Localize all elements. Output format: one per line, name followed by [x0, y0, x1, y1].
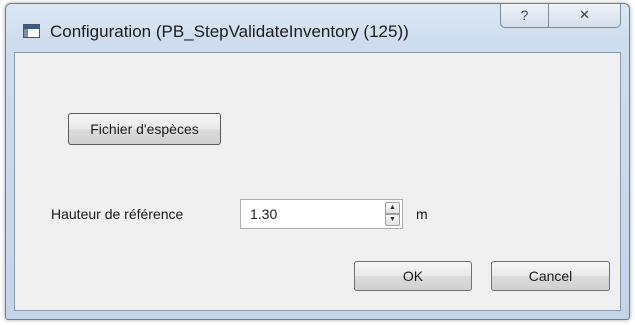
window-title: Configuration (PB_StepValidateInventory …	[50, 22, 409, 41]
cancel-button[interactable]: Cancel	[491, 261, 610, 291]
dialog-body: Fichier d'espèces Hauteur de référence 1…	[14, 52, 621, 311]
app-icon-side	[24, 29, 28, 37]
chevron-down-icon: ▼	[389, 216, 396, 223]
spin-buttons: ▲ ▼	[385, 202, 400, 226]
close-icon: ✕	[579, 7, 590, 22]
unit-label: m	[416, 206, 428, 222]
species-file-button[interactable]: Fichier d'espèces	[68, 113, 221, 145]
ok-button[interactable]: OK	[354, 261, 472, 291]
window-app-icon[interactable]	[23, 24, 40, 38]
help-icon: ?	[520, 7, 529, 23]
spin-up-button[interactable]: ▲	[385, 202, 400, 214]
chevron-up-icon: ▲	[389, 204, 396, 211]
spin-down-button[interactable]: ▼	[385, 214, 400, 226]
reference-height-spinbox[interactable]: 1.30 ▲ ▼	[240, 199, 403, 229]
help-button[interactable]: ?	[500, 4, 549, 28]
reference-height-value[interactable]: 1.30	[250, 206, 277, 222]
close-button[interactable]: ✕	[549, 4, 621, 28]
title-bar[interactable]: Configuration (PB_StepValidateInventory …	[6, 4, 629, 52]
configuration-dialog: Configuration (PB_StepValidateInventory …	[5, 3, 630, 320]
reference-height-label: Hauteur de référence	[51, 206, 184, 222]
